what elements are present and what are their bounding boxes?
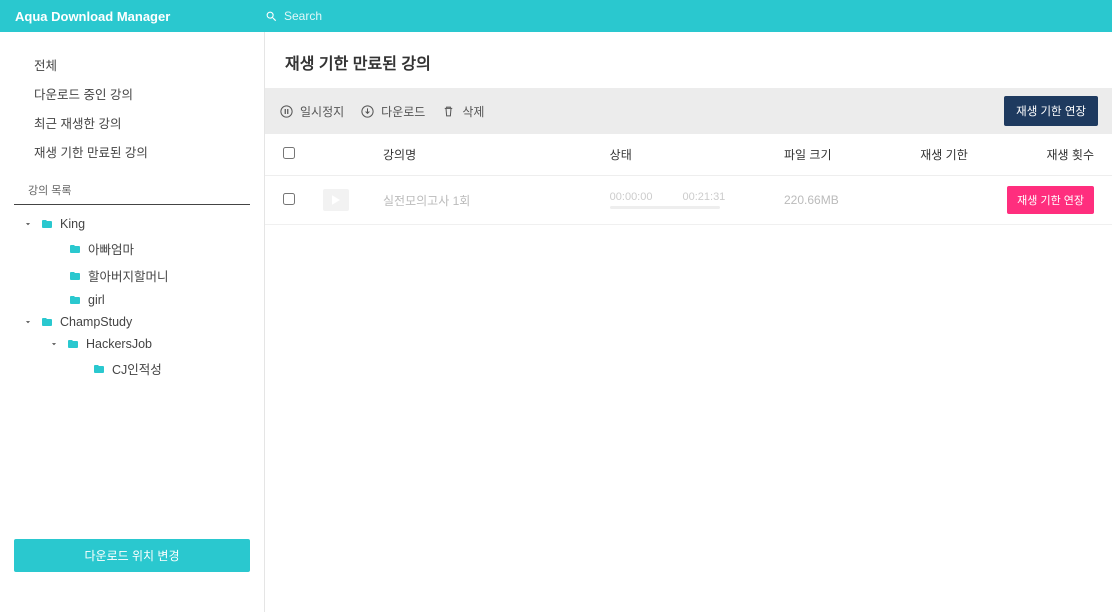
folder-icon bbox=[40, 316, 54, 328]
search-icon bbox=[265, 10, 278, 23]
folder-icon bbox=[68, 270, 82, 282]
tree-item-king-child[interactable]: girl bbox=[14, 289, 250, 311]
tree-section-title: 강의 목록 bbox=[14, 176, 250, 205]
tree-item-king[interactable]: King bbox=[14, 213, 250, 235]
delete-button[interactable]: 삭제 bbox=[441, 103, 484, 120]
row-checkbox[interactable] bbox=[283, 193, 295, 205]
tree-label: girl bbox=[88, 293, 105, 307]
tree-item-king-child[interactable]: 할아버지할머니 bbox=[14, 262, 250, 289]
toolbar: 일시정지 다운로드 삭제 재생 기한 연장 bbox=[265, 88, 1112, 134]
table-header: 강의명 상태 파일 크기 재생 기한 재생 횟수 bbox=[265, 134, 1112, 176]
nav-item-recent[interactable]: 최근 재생한 강의 bbox=[34, 108, 250, 137]
row-status: 00:00:00 00:21:31 bbox=[610, 191, 784, 209]
tree-label: King bbox=[60, 217, 85, 231]
nav-item-downloading[interactable]: 다운로드 중인 강의 bbox=[34, 79, 250, 108]
folder-icon bbox=[40, 218, 54, 230]
chevron-down-icon bbox=[22, 218, 34, 230]
row-action: 재생 기한 연장 bbox=[994, 186, 1094, 214]
search-wrap bbox=[265, 9, 584, 23]
nav-item-expired[interactable]: 재생 기한 만료된 강의 bbox=[34, 137, 250, 166]
change-download-location-button[interactable]: 다운로드 위치 변경 bbox=[14, 539, 250, 572]
play-icon bbox=[332, 195, 340, 205]
sidebar-footer: 다운로드 위치 변경 bbox=[0, 527, 264, 612]
sidebar: 전체 다운로드 중인 강의 최근 재생한 강의 재생 기한 만료된 강의 강의 … bbox=[0, 32, 265, 612]
chevron-down-icon bbox=[22, 316, 34, 328]
app-title: Aqua Download Manager bbox=[15, 9, 265, 24]
download-button[interactable]: 다운로드 bbox=[360, 103, 425, 120]
col-count-header: 재생 횟수 bbox=[994, 146, 1094, 163]
pause-button[interactable]: 일시정지 bbox=[279, 103, 344, 120]
progress-bar bbox=[610, 206, 720, 209]
tree-label: HackersJob bbox=[86, 337, 152, 351]
time-current: 00:00:00 bbox=[610, 191, 653, 203]
tree-item-cj[interactable]: CJ인적성 bbox=[14, 355, 250, 382]
folder-icon bbox=[92, 363, 106, 375]
tree-item-hackersjob[interactable]: HackersJob bbox=[14, 333, 250, 355]
tree-item-champstudy[interactable]: ChampStudy bbox=[14, 311, 250, 333]
folder-tree: King 아빠엄마 할아버지할머니 girl ChampStudy bbox=[0, 213, 264, 527]
tree-label: CJ인적성 bbox=[112, 359, 162, 378]
folder-icon bbox=[68, 294, 82, 306]
row-extend-button[interactable]: 재생 기한 연장 bbox=[1007, 186, 1094, 214]
nav-item-all[interactable]: 전체 bbox=[34, 50, 250, 79]
tree-label: 할아버지할머니 bbox=[88, 266, 169, 285]
extend-deadline-button[interactable]: 재생 기한 연장 bbox=[1004, 96, 1098, 126]
download-label: 다운로드 bbox=[381, 103, 425, 120]
trash-icon bbox=[441, 104, 456, 119]
app-header: Aqua Download Manager bbox=[0, 0, 1112, 32]
tree-item-king-child[interactable]: 아빠엄마 bbox=[14, 235, 250, 262]
pause-label: 일시정지 bbox=[300, 103, 344, 120]
col-status-header: 상태 bbox=[610, 146, 784, 163]
select-all-checkbox[interactable] bbox=[283, 147, 295, 159]
col-size-header: 파일 크기 bbox=[784, 146, 894, 163]
row-name: 실전모의고사 1회 bbox=[383, 192, 610, 209]
page-title: 재생 기한 만료된 강의 bbox=[265, 32, 1112, 88]
download-icon bbox=[360, 104, 375, 119]
chevron-down-icon bbox=[48, 338, 60, 350]
delete-label: 삭제 bbox=[462, 103, 484, 120]
search-input[interactable] bbox=[284, 9, 584, 23]
nav-list: 전체 다운로드 중인 강의 최근 재생한 강의 재생 기한 만료된 강의 bbox=[0, 50, 264, 176]
row-size: 220.66MB bbox=[784, 193, 894, 207]
pause-icon bbox=[279, 104, 294, 119]
time-total: 00:21:31 bbox=[682, 191, 725, 203]
tree-label: ChampStudy bbox=[60, 315, 132, 329]
folder-icon bbox=[68, 243, 82, 255]
play-button[interactable] bbox=[323, 189, 349, 211]
col-name-header: 강의명 bbox=[383, 146, 610, 163]
folder-icon bbox=[66, 338, 80, 350]
main-panel: 재생 기한 만료된 강의 일시정지 다운로드 삭제 재생 기한 연장 강의명 상… bbox=[265, 32, 1112, 612]
tree-label: 아빠엄마 bbox=[88, 239, 134, 258]
table-row: 실전모의고사 1회 00:00:00 00:21:31 220.66MB 재생 … bbox=[265, 176, 1112, 225]
col-deadline-header: 재생 기한 bbox=[894, 146, 994, 163]
